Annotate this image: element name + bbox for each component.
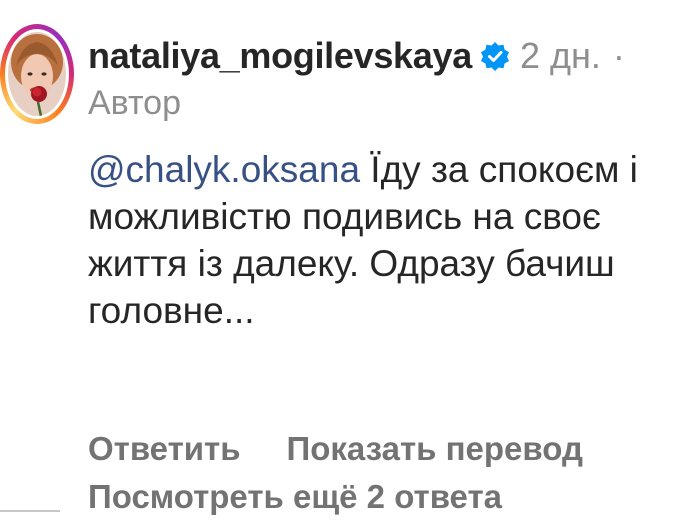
comment-timestamp[interactable]: 2 дн. (520, 35, 601, 77)
mention-link[interactable]: @chalyk.oksana (88, 149, 360, 190)
reply-button[interactable]: Ответить (88, 430, 241, 468)
comment-text: @chalyk.oksana Їду за спокоєм і можливіс… (88, 146, 648, 334)
username-link[interactable]: nataliya_mogilevskaya (88, 35, 472, 77)
avatar-photo (8, 32, 66, 116)
avatar[interactable] (0, 24, 74, 124)
avatar-border (5, 29, 69, 119)
comment-actions: Ответить Показать перевод (88, 430, 583, 468)
replies-divider (0, 510, 60, 512)
view-more-replies-button[interactable]: Посмотреть ещё 2 ответа (88, 478, 502, 516)
verified-badge-icon (480, 42, 509, 71)
separator-dot: · (612, 35, 625, 76)
show-translation-button[interactable]: Показать перевод (287, 430, 583, 468)
author-label: Автор (88, 84, 182, 122)
comment-header: nataliya_mogilevskaya 2 дн. · (88, 31, 625, 81)
